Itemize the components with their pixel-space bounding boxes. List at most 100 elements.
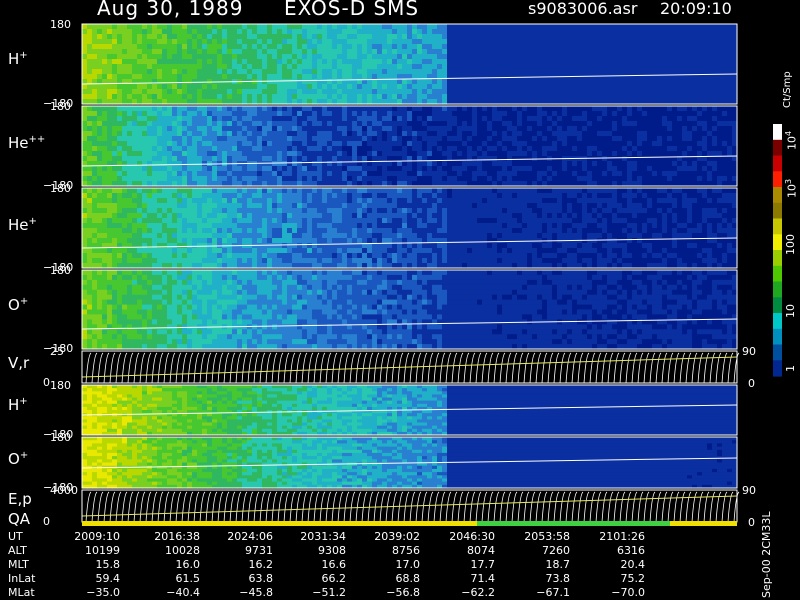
spectrogram-cell xyxy=(112,64,118,70)
spectrogram-cell xyxy=(562,39,568,45)
spectrogram-cell xyxy=(452,89,458,95)
spectrogram-cell xyxy=(342,166,348,172)
spectrogram-cell xyxy=(262,203,268,209)
spectrogram-cell xyxy=(352,146,358,152)
spectrogram-cell xyxy=(272,121,278,127)
spectrogram-cell xyxy=(522,141,528,147)
spectrogram-cell xyxy=(82,136,88,142)
spectrogram-cell xyxy=(227,29,233,35)
spectrogram-cell xyxy=(242,126,248,132)
spectrogram-cell xyxy=(572,111,578,117)
spectrogram-cell xyxy=(582,166,588,172)
spectrogram-cell xyxy=(147,156,153,162)
spectrogram-cell xyxy=(542,151,548,157)
spectrogram-cell xyxy=(267,54,273,60)
spectrogram-cell xyxy=(607,94,613,100)
spectrogram-cell xyxy=(127,166,133,172)
spectrogram-cell xyxy=(597,131,603,137)
spectrogram-cell xyxy=(237,131,243,137)
spectrogram-cell xyxy=(197,54,203,60)
spectrogram-cell xyxy=(197,136,203,142)
spectrogram-cell xyxy=(222,166,228,172)
spectrogram-cell xyxy=(207,84,213,90)
spectrogram-cell xyxy=(282,176,288,182)
spectrogram-cell xyxy=(332,116,338,122)
spectrogram-cell xyxy=(622,44,628,50)
spectrogram-cell xyxy=(527,69,533,75)
spectrogram-cell xyxy=(702,171,708,177)
spectrogram-cell xyxy=(727,126,733,132)
spectrogram-cell xyxy=(352,44,358,50)
spectrogram-cell xyxy=(182,161,188,167)
spectrogram-cell xyxy=(307,59,313,65)
spectrogram-cell xyxy=(392,94,398,100)
spectrogram-cell xyxy=(652,44,658,50)
spectrogram-cell xyxy=(617,131,623,137)
spectrogram-cell xyxy=(157,151,163,157)
spectrogram-cell xyxy=(507,156,513,162)
spectrogram-cell xyxy=(152,198,158,204)
spectrogram-cell xyxy=(602,146,608,152)
spectrogram-cell xyxy=(382,156,388,162)
spectrogram-cell xyxy=(307,44,313,50)
spectrogram-cell xyxy=(112,74,118,80)
spectrogram-cell xyxy=(167,208,173,214)
spectrogram-cell xyxy=(422,79,428,85)
spectrogram-cell xyxy=(92,74,98,80)
spectrogram-cell xyxy=(122,126,128,132)
spectrogram-cell xyxy=(642,34,648,40)
spectrogram-cell xyxy=(222,126,228,132)
spectrogram-cell xyxy=(417,84,423,90)
spectrogram-cell xyxy=(242,218,248,224)
spectrogram-cell xyxy=(512,111,518,117)
spectrogram-cell xyxy=(277,121,283,127)
spectrogram-cell xyxy=(242,116,248,122)
spectrogram-cell xyxy=(672,111,678,117)
spectrogram-cell xyxy=(187,24,193,30)
spectrogram-cell xyxy=(157,198,163,204)
spectrogram-cell xyxy=(247,84,253,90)
spectrogram-cell xyxy=(582,44,588,50)
spectrogram-cell xyxy=(452,166,458,172)
spectrogram-cell xyxy=(707,136,713,142)
spectrogram-cell xyxy=(467,74,473,80)
spectrogram-cell xyxy=(527,146,533,152)
spectrogram-cell xyxy=(317,34,323,40)
spectrogram-cell xyxy=(322,89,328,95)
spectrogram-cell xyxy=(397,69,403,75)
spectrogram-cell xyxy=(137,106,143,112)
spectrogram-cell xyxy=(457,121,463,127)
spectrogram-cell xyxy=(407,24,413,30)
spectrogram-cell xyxy=(87,84,93,90)
spectrogram-cell xyxy=(127,54,133,60)
spectrogram-cell xyxy=(137,258,143,264)
spectrogram-cell xyxy=(617,106,623,112)
spectrogram-cell xyxy=(562,111,568,117)
spectrogram-cell xyxy=(482,116,488,122)
spectrogram-cell xyxy=(177,94,183,100)
spectrogram-cell xyxy=(237,106,243,112)
spectrogram-cell xyxy=(247,94,253,100)
spectrogram-cell xyxy=(507,146,513,152)
spectrogram-cell xyxy=(187,193,193,199)
spectrogram-cell xyxy=(147,213,153,219)
spectrogram-cell xyxy=(577,44,583,50)
spectrogram-cell xyxy=(162,69,168,75)
spectrogram-cell xyxy=(127,74,133,80)
spectrogram-cell xyxy=(372,64,378,70)
spectrogram-cell xyxy=(267,176,273,182)
spectrogram-cell xyxy=(682,161,688,167)
spectrogram-cell xyxy=(612,141,618,147)
spectrogram-cell xyxy=(472,34,478,40)
spectrogram-cell xyxy=(717,49,723,55)
spectrogram-cell xyxy=(302,126,308,132)
spectrogram-cell xyxy=(357,131,363,137)
spectrogram-cell xyxy=(277,228,283,234)
spectrogram-cell xyxy=(187,198,193,204)
spectrogram-cell xyxy=(282,49,288,55)
spectrogram-cell xyxy=(277,79,283,85)
spectrogram-cell xyxy=(112,218,118,224)
spectrogram-cell xyxy=(87,69,93,75)
spectrogram-cell xyxy=(422,89,428,95)
spectrogram-cell xyxy=(217,69,223,75)
